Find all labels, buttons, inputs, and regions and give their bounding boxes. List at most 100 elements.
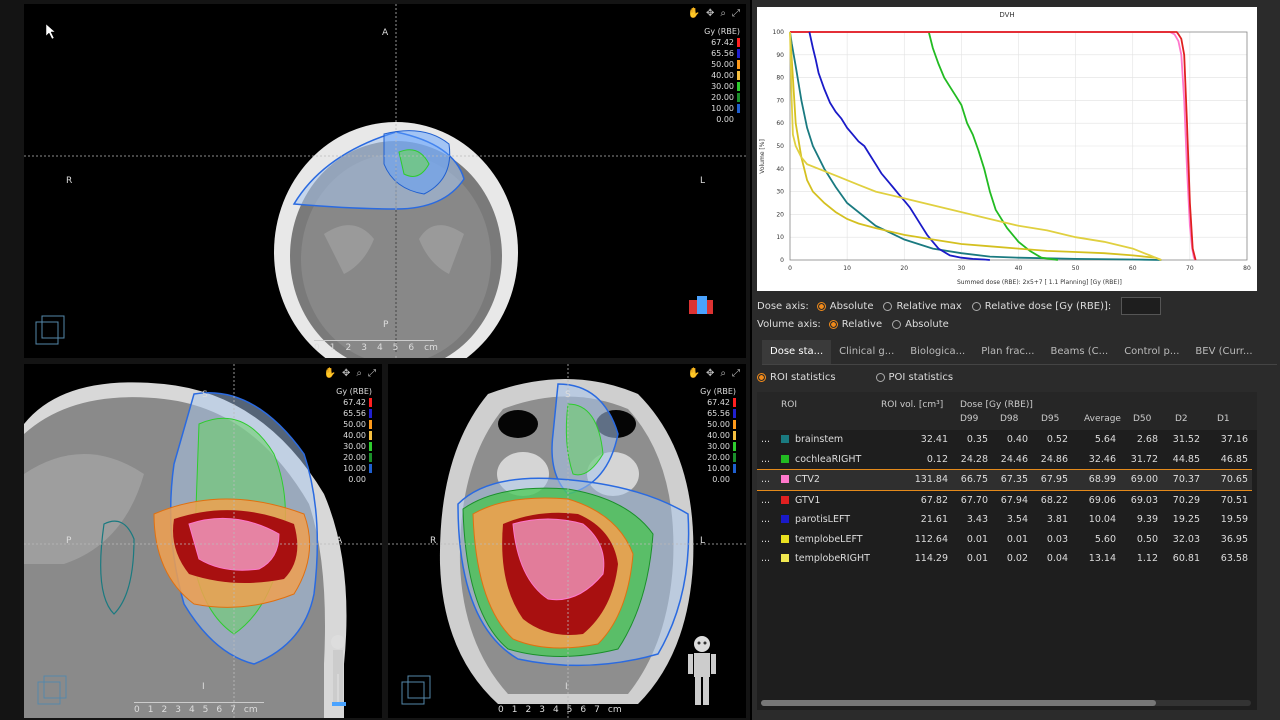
d50-cell: 69.03: [1130, 494, 1158, 506]
tab-dose-statistics[interactable]: Dose sta...: [762, 340, 832, 364]
y-tick-label: 100: [773, 29, 785, 36]
row-menu[interactable]: ...: [757, 450, 777, 470]
legend-level: 30.00: [700, 441, 736, 452]
roi-name-cell: CTV2: [777, 469, 877, 491]
legend-label: 20.00: [711, 93, 734, 102]
axial-viewport[interactable]: A R L P 0 1 2 3 4 5 6 cm ✋ ✥ ⌕ ⤢ Gy (RBE…: [24, 4, 746, 358]
tab-biological[interactable]: Biologica...: [902, 340, 973, 364]
hand-icon[interactable]: ✋: [688, 8, 700, 19]
orient-left: P: [66, 536, 72, 546]
volume-absolute-radio[interactable]: Absolute: [892, 319, 949, 330]
dose-relative-max-radio[interactable]: Relative max: [883, 301, 962, 312]
volume-axis-label: Volume axis:: [757, 318, 821, 330]
dose-axis-controls: Dose axis: Absolute Relative max Relativ…: [757, 297, 1162, 315]
tab-plan-fractions[interactable]: Plan frac...: [973, 340, 1042, 364]
coronal-viewport[interactable]: S R L I 0 1 2 3 4 5 6 7 cm ✋ ✥ ⌕ ⤢ Gy (R…: [388, 364, 746, 718]
scale-tick: 7: [594, 705, 600, 715]
header-roi[interactable]: ROI: [781, 400, 797, 410]
table-row-selected[interactable]: ... CTV2 131.84 66.75 67.35 67.95 68.99 …: [757, 469, 1252, 491]
d50-cell: 1.12: [1136, 553, 1158, 565]
zoom-icon[interactable]: ⌕: [356, 368, 362, 379]
scrollbar-thumb[interactable]: [761, 700, 1156, 706]
pan-icon[interactable]: ✥: [706, 8, 714, 19]
scale-tick: 4: [376, 343, 383, 353]
table-row[interactable]: ... brainstem 32.41 0.35 0.40 0.52 5.64 …: [757, 430, 1252, 450]
row-menu[interactable]: ...: [757, 549, 777, 569]
orientation-cube: [401, 675, 431, 705]
legend-level: 65.56: [700, 408, 736, 419]
header-d2[interactable]: D2: [1175, 414, 1188, 424]
sagittal-viewport[interactable]: S P A I 0 1 2 3 4 5 6 7 cm ✋ ✥ ⌕ ⤢ Gy (R…: [24, 364, 382, 718]
header-average[interactable]: Average: [1084, 414, 1121, 424]
table-row[interactable]: ... parotisLEFT 21.61 3.43 3.54 3.81 10.…: [757, 510, 1252, 530]
legend-label: 65.56: [711, 49, 734, 58]
orient-right: L: [700, 176, 706, 186]
row-menu[interactable]: ...: [757, 430, 777, 450]
legend-unit: Gy (RBE): [700, 387, 736, 396]
legend-label: 0.00: [348, 475, 366, 484]
tab-clinical-goals[interactable]: Clinical g...: [831, 340, 902, 364]
orient-right: A: [336, 536, 343, 546]
poi-statistics-radio[interactable]: POI statistics: [875, 372, 953, 383]
scale-tick: 2: [345, 343, 352, 353]
header-d1[interactable]: D1: [1217, 414, 1230, 424]
relative-dose-input[interactable]: [1121, 297, 1162, 315]
scale-tick: 4: [552, 705, 559, 715]
scale-tick: 0: [498, 705, 504, 715]
d1-cell: 46.85: [1220, 453, 1248, 465]
table-row[interactable]: ... templobeLEFT 112.64 0.01 0.01 0.03 5…: [757, 530, 1252, 550]
table-row[interactable]: ... templobeRIGHT 114.29 0.01 0.02 0.04 …: [757, 549, 1252, 569]
tab-control-points[interactable]: Control p...: [1116, 340, 1187, 364]
legend-level: 40.00: [704, 70, 740, 81]
scale-tick: 3: [175, 705, 181, 715]
scale-bar: 0 1 2 3 4 5 6 7 cm: [134, 696, 284, 716]
maximize-icon[interactable]: ⤢: [732, 8, 740, 19]
dose-absolute-radio[interactable]: Absolute: [816, 300, 874, 312]
row-menu[interactable]: ...: [757, 510, 777, 530]
tab-bev[interactable]: BEV (Curr...: [1187, 340, 1260, 364]
dose-axis-label: Dose axis:: [757, 300, 809, 312]
maximize-icon[interactable]: ⤢: [732, 368, 740, 379]
roi-statistics-radio[interactable]: ROI statistics: [757, 372, 836, 383]
legend-level: 50.00: [700, 419, 736, 430]
roi-name-cell: GTV1: [777, 490, 877, 510]
d98-cell: 0.01: [1006, 533, 1028, 545]
hand-icon[interactable]: ✋: [324, 368, 336, 379]
header-d50[interactable]: D50: [1133, 414, 1151, 424]
d50-cell: 69.00: [1120, 469, 1162, 491]
average-cell: 69.06: [1088, 494, 1116, 506]
row-menu[interactable]: ...: [757, 530, 777, 550]
header-roi-vol[interactable]: ROI vol. [cm³]: [881, 400, 943, 410]
legend-level: 40.00: [700, 430, 736, 441]
pan-icon[interactable]: ✥: [706, 368, 714, 379]
header-d98[interactable]: D98: [1000, 414, 1018, 424]
header-d99[interactable]: D99: [960, 414, 978, 424]
dose-relative-dose-radio[interactable]: Relative dose [Gy (RBE)]:: [971, 301, 1111, 312]
table-row[interactable]: ... GTV1 67.82 67.70 67.94 68.22 69.06 6…: [757, 490, 1252, 510]
row-menu[interactable]: ...: [757, 490, 777, 510]
hand-icon[interactable]: ✋: [688, 368, 700, 379]
legend-level: 0.00: [336, 474, 372, 485]
horizontal-scrollbar[interactable]: [761, 700, 1251, 706]
maximize-icon[interactable]: ⤢: [368, 368, 376, 379]
d99-cell: 24.28: [960, 453, 988, 465]
zoom-icon[interactable]: ⌕: [720, 368, 726, 379]
pan-icon[interactable]: ✥: [342, 368, 350, 379]
x-tick-label: 70: [1186, 265, 1194, 272]
legend-level: 10.00: [704, 103, 740, 114]
d95-cell: 0.04: [1046, 553, 1068, 565]
zoom-icon[interactable]: ⌕: [720, 8, 726, 19]
scale-tick: 0: [314, 343, 320, 353]
volume-relative-radio[interactable]: Relative: [828, 319, 882, 330]
row-menu[interactable]: ...: [757, 469, 777, 491]
radio-label: Absolute: [829, 300, 874, 312]
header-dose-group: Dose [Gy (RBE)]: [960, 400, 1033, 410]
tab-beams[interactable]: Beams (C...: [1042, 340, 1116, 364]
table-row[interactable]: ... cochleaRIGHT 0.12 24.28 24.46 24.86 …: [757, 450, 1252, 470]
legend-label: 10.00: [711, 104, 734, 113]
orient-top: A: [382, 28, 389, 38]
header-d95[interactable]: D95: [1041, 414, 1059, 424]
radio-label: ROI statistics: [770, 372, 836, 383]
d95-cell: 3.81: [1046, 514, 1068, 526]
scale-tick: 5: [566, 705, 573, 715]
